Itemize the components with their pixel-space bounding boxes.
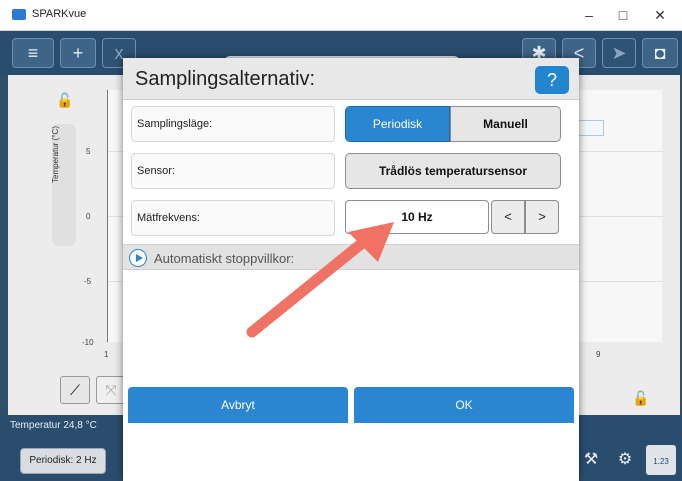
app-window: SPARKvue – □ ✕ ≡ + x ✱ < ➤ ◘ 🔓 Temperatu… <box>0 0 682 481</box>
annotation-arrow <box>246 222 394 338</box>
